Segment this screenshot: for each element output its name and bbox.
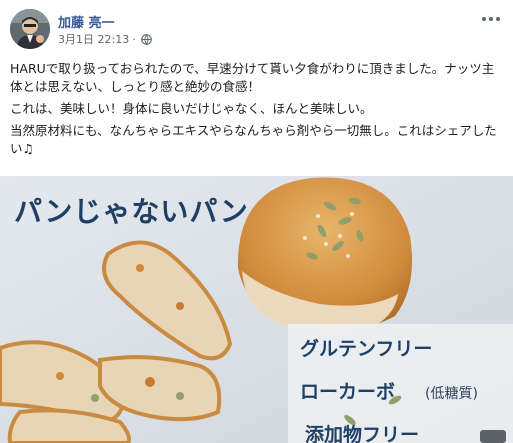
- photo-headline: パンじゃないパン: [14, 195, 249, 228]
- post-paragraph: これは、美味しい！身体に良いだけじゃなく、ほんと美味しい。: [10, 101, 373, 116]
- feature-gluten-free: グルテンフリー: [300, 338, 433, 360]
- more-options-icon[interactable]: [479, 11, 503, 25]
- avatar-photo: [10, 9, 50, 49]
- meta-separator: ·: [132, 33, 136, 46]
- post-paragraph: HARUで取り扱っておられたので、早速分けて貰い夕食がわりに頂きました。ナッツ主…: [10, 61, 495, 94]
- feature-low-carb-note: (低糖質): [425, 386, 478, 402]
- post-timestamp[interactable]: 3月1日 22:13: [58, 33, 129, 46]
- author-name[interactable]: 加藤 亮一: [58, 12, 115, 31]
- feature-additive-free: 添加物フリー: [305, 424, 420, 443]
- post-meta: 3月1日 22:13 ·: [58, 31, 152, 48]
- avatar[interactable]: [10, 9, 50, 49]
- post-header: 加藤 亮一 3月1日 22:13 ·: [10, 9, 503, 51]
- feature-low-carb: ローカーボ: [300, 381, 396, 403]
- facebook-post: 加藤 亮一 3月1日 22:13 · HARUで取り扱っておられたので、早速分けて…: [0, 0, 513, 443]
- globe-icon[interactable]: [140, 34, 152, 48]
- post-text: HARUで取り扱っておられたので、早速分けて貰い夕食がわりに頂きました。ナッツ主…: [10, 60, 505, 162]
- post-paragraph: 当然原材料にも、なんちゃらエキスやらなんちゃら剤やら一切無し。これはシェアしたい…: [10, 123, 497, 156]
